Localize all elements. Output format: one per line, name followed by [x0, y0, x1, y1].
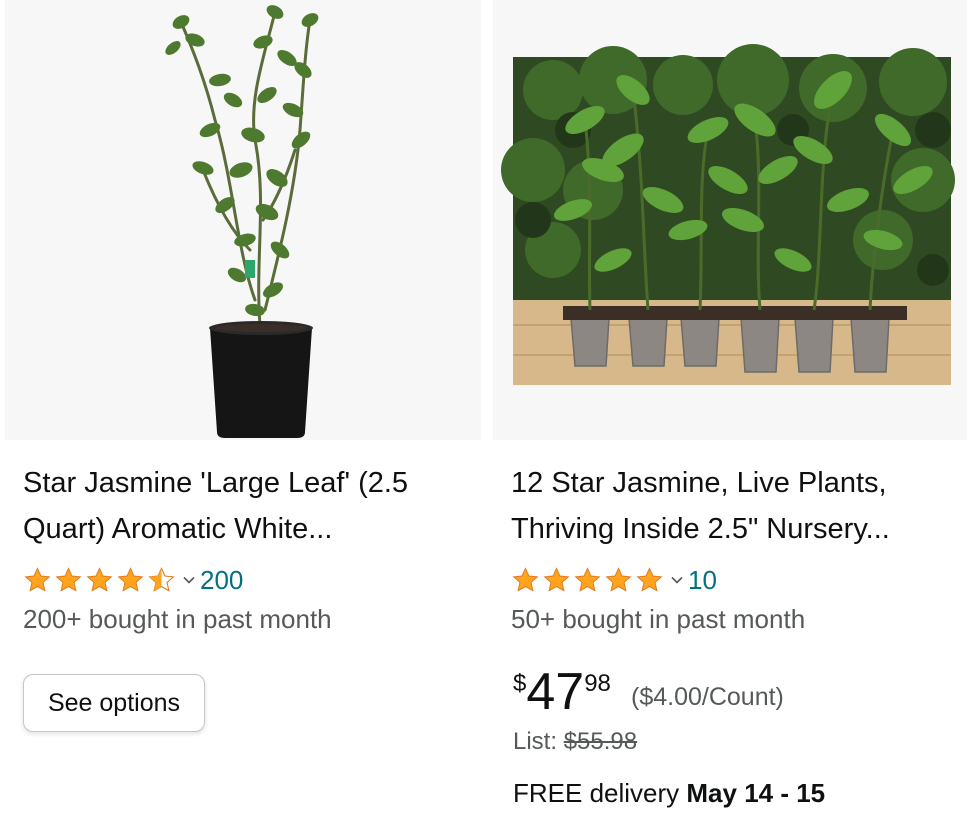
star-rating	[511, 566, 666, 595]
product-image-2[interactable]	[493, 0, 967, 440]
rating-count-link[interactable]: 200	[200, 565, 243, 596]
star-full-icon	[636, 566, 663, 592]
delivery-info: FREE delivery May 14 - 15	[513, 778, 825, 809]
star-rating	[23, 566, 178, 595]
product-card-1: Star Jasmine 'Large Leaf' (2.5 Quart) Ar…	[5, 0, 481, 830]
list-price-label: List:	[513, 728, 564, 755]
star-full-icon	[86, 566, 113, 592]
star-full-icon	[55, 566, 82, 592]
price-whole: 47	[526, 663, 585, 721]
product-title[interactable]: Star Jasmine 'Large Leaf' (2.5 Quart) Ar…	[23, 460, 463, 552]
price[interactable]: $ 47 98	[513, 662, 611, 722]
star-half-icon	[148, 566, 175, 592]
price-fraction: 98	[584, 670, 611, 697]
product-image-1[interactable]	[5, 0, 481, 440]
product-title[interactable]: 12 Star Jasmine, Live Plants, Thriving I…	[511, 460, 951, 552]
rating-row[interactable]: 10	[511, 562, 717, 598]
rating-row[interactable]: 200	[23, 562, 243, 598]
star-full-icon	[24, 566, 51, 592]
rating-count-link[interactable]: 10	[688, 565, 717, 596]
star-full-icon	[605, 566, 632, 592]
bought-in-past-month: 50+ bought in past month	[511, 604, 806, 634]
star-full-icon	[117, 566, 144, 592]
product-card-2: 12 Star Jasmine, Live Plants, Thriving I…	[493, 0, 969, 830]
list-price-row: List: $55.98	[513, 728, 637, 756]
potted-plant-image	[5, 0, 481, 440]
see-options-button[interactable]: See options	[23, 674, 205, 732]
chevron-down-icon[interactable]	[182, 573, 196, 587]
delivery-date: May 14 - 15	[686, 778, 826, 808]
delivery-prefix: FREE delivery	[513, 778, 687, 808]
star-full-icon	[574, 566, 601, 592]
list-price: $55.98	[563, 728, 638, 755]
bought-in-past-month: 200+ bought in past month	[23, 604, 332, 634]
price-symbol: $	[513, 670, 527, 697]
star-full-icon	[543, 566, 570, 592]
price-per-unit: ($4.00/Count)	[631, 683, 784, 711]
plant-tray-image	[493, 0, 967, 440]
star-full-icon	[512, 566, 539, 592]
chevron-down-icon[interactable]	[670, 573, 684, 587]
